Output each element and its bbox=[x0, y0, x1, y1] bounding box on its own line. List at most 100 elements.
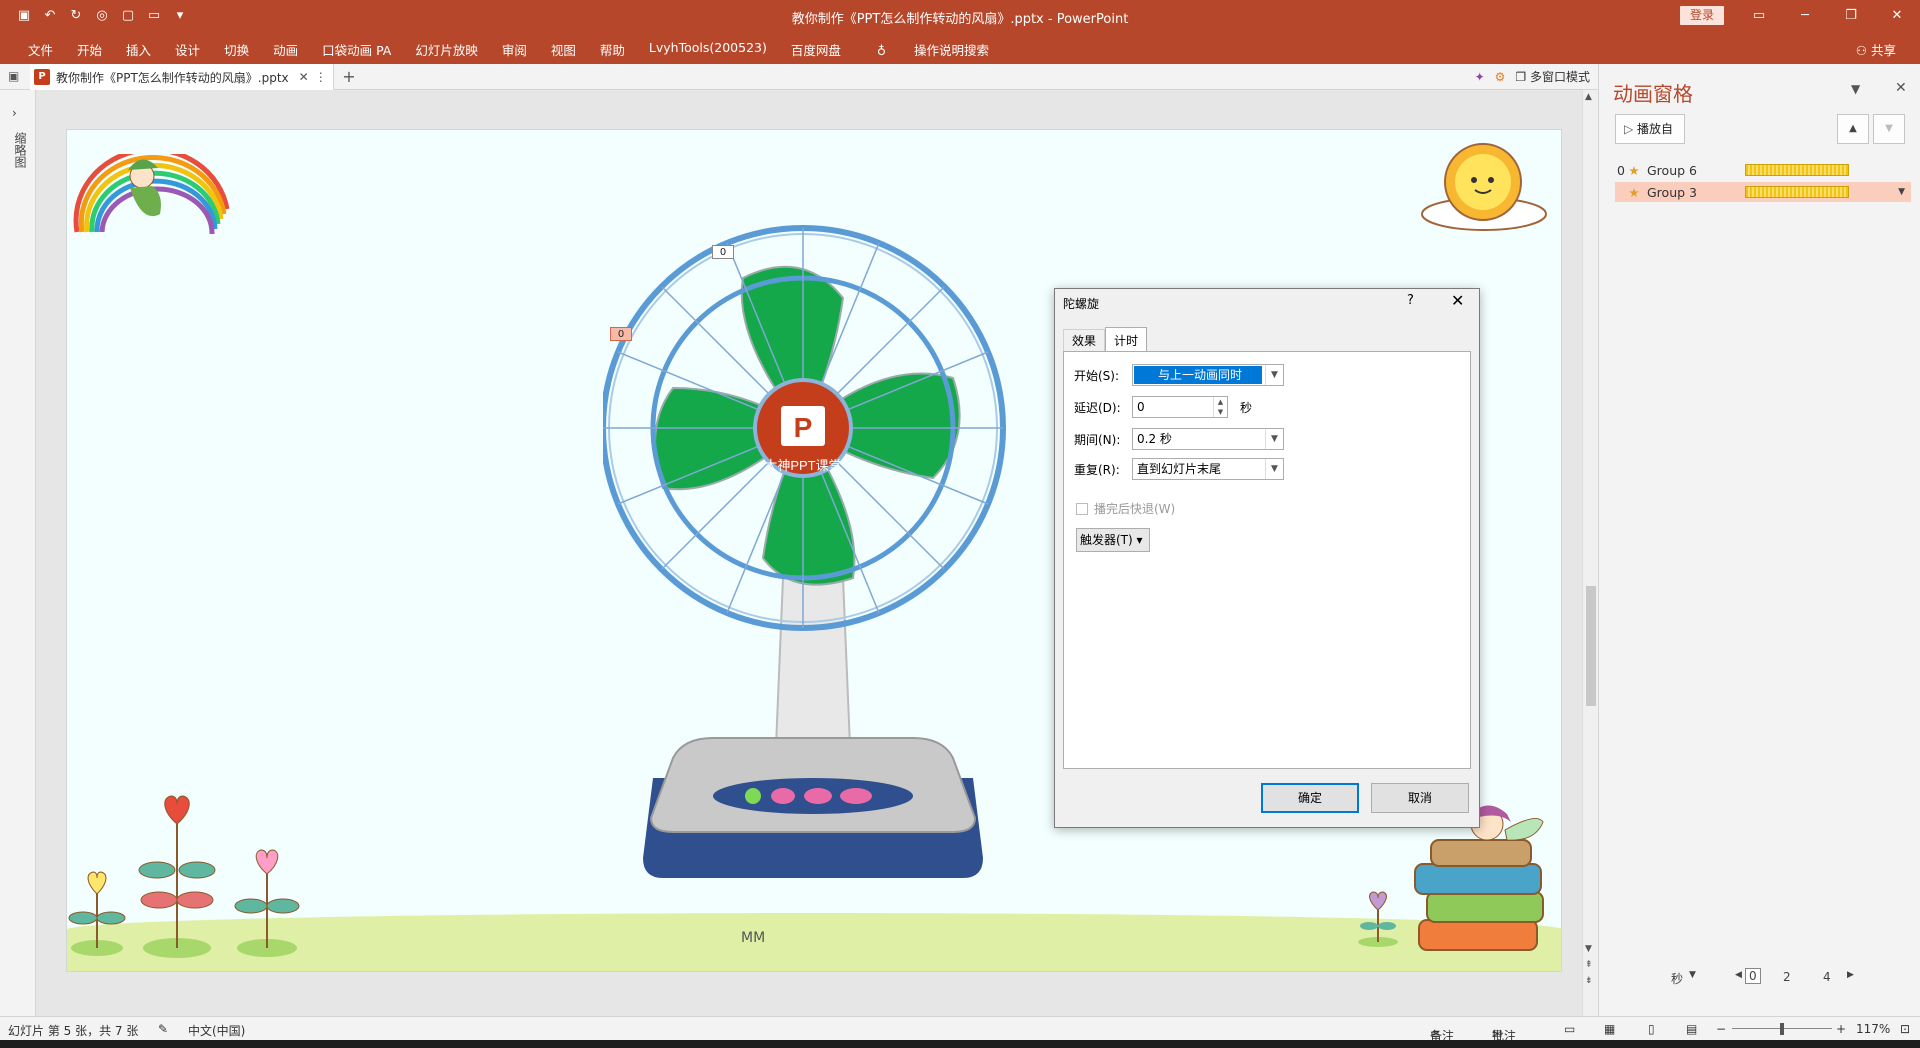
fit-slide-icon[interactable]: ⊡ bbox=[1900, 1022, 1910, 1036]
tab-home[interactable]: 开始 bbox=[65, 40, 114, 59]
login-button[interactable]: 登录 bbox=[1680, 6, 1724, 25]
zoom-out-icon[interactable]: − bbox=[1716, 1022, 1726, 1036]
present-icon[interactable]: ◎ bbox=[92, 6, 112, 26]
tab-file[interactable]: 文件 bbox=[16, 40, 65, 59]
heart-flowers-image[interactable] bbox=[67, 790, 367, 970]
animation-item-group6[interactable]: 0 ★ Group 6 bbox=[1615, 160, 1911, 180]
star-icon: ★ bbox=[1628, 184, 1640, 200]
save-icon[interactable]: ▣ bbox=[14, 6, 34, 26]
undo-icon[interactable]: ↶ bbox=[40, 6, 60, 26]
spellcheck-icon[interactable]: ✎ bbox=[158, 1022, 168, 1036]
timing-bar[interactable] bbox=[1745, 186, 1849, 198]
timeline-tick: 2 bbox=[1783, 970, 1791, 984]
timing-bar[interactable] bbox=[1745, 164, 1849, 176]
previous-slide-icon[interactable]: ⇞ bbox=[1585, 960, 1593, 970]
new-file-icon[interactable]: ▢ bbox=[118, 6, 138, 26]
electric-fan-image[interactable]: P 大神PPT课堂 bbox=[603, 218, 1033, 888]
ribbon-display-icon[interactable]: ▭ bbox=[1736, 0, 1782, 32]
ok-button[interactable]: 确定 bbox=[1261, 783, 1359, 813]
animation-order-tag[interactable]: 0 bbox=[712, 245, 734, 259]
share-button[interactable]: ⚇ 共享 bbox=[1856, 40, 1896, 59]
scroll-down-icon[interactable]: ▼ bbox=[1585, 944, 1592, 954]
rewind-label: 播完后快退(W) bbox=[1094, 502, 1176, 516]
rainbow-fairy-image[interactable] bbox=[72, 154, 232, 234]
timeline-right-icon[interactable]: ▶ bbox=[1847, 970, 1854, 980]
multiwindow-button[interactable]: ❐ 多窗口模式 bbox=[1515, 68, 1590, 85]
settings-icon[interactable]: ⚙ bbox=[1495, 70, 1506, 84]
repeat-value: 直到幻灯片末尾 bbox=[1137, 462, 1222, 476]
dialog-help-button[interactable]: ? bbox=[1407, 293, 1414, 308]
pane-close-icon[interactable]: ✕ bbox=[1895, 80, 1907, 96]
restore-icon[interactable]: ❐ bbox=[1828, 0, 1874, 32]
play-from-button[interactable]: ▷ 播放自 bbox=[1615, 114, 1685, 144]
dialog-close-icon[interactable]: ✕ bbox=[1451, 291, 1464, 310]
slideshow-view-icon[interactable]: ▤ bbox=[1686, 1022, 1697, 1036]
reading-view-icon[interactable]: ▯ bbox=[1648, 1022, 1655, 1036]
normal-view-icon[interactable]: ▭ bbox=[1564, 1022, 1575, 1036]
zoom-level[interactable]: 117% bbox=[1856, 1022, 1890, 1036]
delay-spinner[interactable]: 0 ▲ ▼ bbox=[1132, 396, 1228, 418]
tab-list-icon[interactable]: ▣ bbox=[8, 69, 19, 83]
open-folder-icon[interactable]: ▭ bbox=[144, 6, 164, 26]
effects-icon[interactable]: ✦ bbox=[1475, 70, 1485, 84]
sun-cloud-image[interactable] bbox=[1419, 142, 1549, 232]
tab-effect[interactable]: 效果 bbox=[1063, 329, 1106, 351]
minimize-icon[interactable]: ─ bbox=[1782, 0, 1828, 32]
expand-thumbnails-icon[interactable]: › bbox=[12, 106, 17, 120]
language-indicator[interactable]: 中文(中国) bbox=[188, 1022, 245, 1039]
new-tab-button[interactable]: + bbox=[338, 66, 360, 88]
close-tab-icon[interactable]: ✕ bbox=[299, 70, 309, 84]
pane-options-icon[interactable]: ▼ bbox=[1851, 82, 1860, 96]
chevron-down-icon: ▼ bbox=[1265, 365, 1283, 385]
item-dropdown-icon[interactable]: ▼ bbox=[1898, 187, 1905, 197]
tab-baidu-netdisk[interactable]: 百度网盘 bbox=[779, 40, 853, 59]
close-icon[interactable]: ✕ bbox=[1874, 0, 1920, 32]
zoom-in-icon[interactable]: + bbox=[1836, 1022, 1846, 1036]
rewind-checkbox[interactable]: 播完后快退(W) bbox=[1076, 500, 1175, 517]
tab-review[interactable]: 审阅 bbox=[490, 40, 539, 59]
thumbnail-label[interactable]: 缩略图 bbox=[12, 132, 29, 168]
timeline: 秒 ▼ ◀ 0 2 4 ▶ bbox=[1599, 966, 1920, 990]
redo-icon[interactable]: ↻ bbox=[66, 6, 86, 26]
small-flower-image[interactable] bbox=[1353, 888, 1403, 948]
tab-timing[interactable]: 计时 bbox=[1105, 327, 1148, 351]
customize-qat-icon[interactable]: ▾ bbox=[170, 6, 190, 26]
tab-view[interactable]: 视图 bbox=[539, 40, 588, 59]
tab-insert[interactable]: 插入 bbox=[114, 40, 163, 59]
document-tab-strip: ▣ P 教你制作《PPT怎么制作转动的风扇》.pptx ✕ ⋮ + ✦ ⚙ ❐ … bbox=[0, 64, 1598, 90]
next-slide-icon[interactable]: ⇟ bbox=[1585, 976, 1593, 986]
tab-slideshow[interactable]: 幻灯片放映 bbox=[403, 40, 490, 59]
animation-order-tag-selected[interactable]: 0 bbox=[610, 327, 632, 341]
tab-help[interactable]: 帮助 bbox=[588, 40, 637, 59]
timeline-unit[interactable]: 秒 bbox=[1671, 970, 1683, 987]
animation-item-group3[interactable]: ★ Group 3 ▼ bbox=[1615, 182, 1911, 202]
move-down-button[interactable]: ▼ bbox=[1873, 114, 1905, 144]
chevron-down-icon[interactable]: ▼ bbox=[1689, 970, 1696, 980]
slide-sorter-icon[interactable]: ▦ bbox=[1604, 1022, 1615, 1036]
start-select[interactable]: 与上一动画同时 ▼ bbox=[1132, 364, 1284, 386]
move-up-button[interactable]: ▲ bbox=[1837, 114, 1869, 144]
tab-design[interactable]: 设计 bbox=[163, 40, 212, 59]
repeat-select[interactable]: 直到幻灯片末尾 ▼ bbox=[1132, 458, 1284, 480]
scroll-up-icon[interactable]: ▲ bbox=[1585, 92, 1592, 102]
document-tab[interactable]: P 教你制作《PPT怎么制作转动的风扇》.pptx ✕ ⋮ bbox=[30, 64, 334, 90]
animation-pane: 动画窗格 ▼ ✕ ▷ 播放自 ▲ ▼ 0 ★ Group 6 ★ Group 3… bbox=[1598, 64, 1920, 1016]
zoom-slider-thumb[interactable] bbox=[1780, 1023, 1784, 1035]
timeline-left-icon[interactable]: ◀ bbox=[1735, 970, 1742, 980]
trigger-button[interactable]: 触发器(T) ▾ bbox=[1076, 528, 1150, 552]
timeline-tick: 0 bbox=[1745, 968, 1761, 984]
tab-more-icon[interactable]: ⋮ bbox=[315, 70, 327, 84]
cancel-button[interactable]: 取消 bbox=[1371, 783, 1469, 813]
tab-transitions[interactable]: 切换 bbox=[212, 40, 261, 59]
quick-access-toolbar: ▣ ↶ ↻ ◎ ▢ ▭ ▾ bbox=[14, 6, 190, 26]
play-icon: ▷ bbox=[1624, 122, 1638, 136]
spinner-arrows-icon[interactable]: ▲ ▼ bbox=[1213, 397, 1227, 417]
scroll-thumb[interactable] bbox=[1586, 586, 1596, 706]
duration-select[interactable]: 0.2 秒 ▼ bbox=[1132, 428, 1284, 450]
tab-lvyhtools[interactable]: LvyhTools(200523) bbox=[637, 40, 779, 59]
tab-animations[interactable]: 动画 bbox=[261, 40, 310, 59]
tell-me-search[interactable]: ♁ 操作说明搜索 bbox=[853, 40, 1013, 59]
vertical-scrollbar[interactable]: ▲ ▼ ⇞ ⇟ bbox=[1582, 90, 1598, 1016]
repeat-label: 重复(R): bbox=[1074, 462, 1120, 477]
tab-pocket-animation[interactable]: 口袋动画 PA bbox=[310, 40, 403, 59]
